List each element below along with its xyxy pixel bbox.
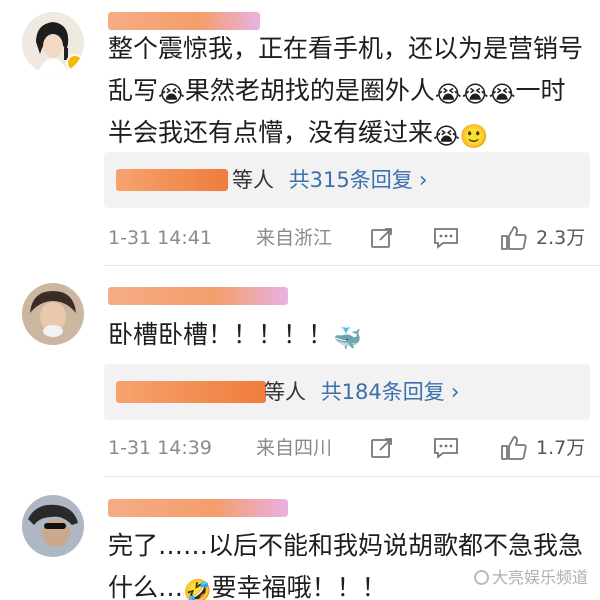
comment-text: 完了……以后不能和我妈说胡歌都不急我急什么…🤣要幸福哦！！！	[108, 525, 588, 600]
comment-icon[interactable]	[433, 436, 459, 469]
comment-text: 整个震惊我，正在看手机，还以为是营销号乱写😭果然老胡找的是圈外人😭😭😭一时半会我…	[108, 34, 584, 150]
avatar-image-icon	[22, 495, 84, 557]
share-icon[interactable]	[370, 436, 394, 469]
timestamp: 1-31 14:41	[108, 227, 212, 249]
divider	[104, 476, 600, 477]
comment-icon[interactable]	[433, 226, 459, 259]
like-count: 2.3万	[536, 227, 586, 249]
reply-names-redacted	[116, 169, 228, 191]
reply-summary[interactable]: 等人 共315条回复 ›	[104, 152, 590, 208]
comment-meta: 1-31 14:41 来自浙江 2.3万	[108, 223, 588, 253]
avatar[interactable]	[22, 495, 84, 557]
share-icon[interactable]	[370, 226, 394, 259]
reply-suffix: 等人	[232, 168, 274, 192]
verified-badge-icon	[66, 54, 84, 72]
avatar[interactable]	[22, 12, 84, 74]
like-icon[interactable]	[500, 435, 528, 470]
username-redacted[interactable]	[108, 499, 288, 517]
reply-summary[interactable]: 等人 共184条回复 ›	[104, 364, 590, 420]
crying-emoji-icon: 😭😭😭	[434, 82, 516, 108]
whale-emoji-icon: 🐳	[333, 326, 362, 352]
watermark-logo-icon	[473, 570, 489, 585]
watermark: 大亮娱乐频道	[473, 564, 588, 588]
comment-text: 卧槽卧槽！！！！！🐳	[108, 320, 362, 352]
avatar[interactable]	[22, 283, 84, 345]
location: 来自四川	[256, 437, 333, 459]
chevron-right-icon: ›	[418, 168, 428, 193]
emoji-icon: 😭🙂	[433, 124, 489, 150]
location: 来自浙江	[256, 227, 333, 249]
avatar-image-icon	[22, 283, 84, 345]
reply-count-link[interactable]: 共184条回复	[321, 380, 445, 404]
reply-suffix: 等人	[264, 380, 306, 404]
comment-meta: 1-31 14:39 来自四川 1.7万	[108, 433, 588, 463]
timestamp: 1-31 14:39	[108, 437, 212, 459]
reply-count-link[interactable]: 共315条回复	[289, 168, 413, 192]
divider	[104, 265, 600, 266]
username-redacted[interactable]	[108, 287, 288, 305]
like-count: 1.7万	[536, 437, 586, 459]
crying-emoji-icon: 😭	[158, 82, 185, 108]
laughing-emoji-icon: 🤣	[183, 579, 212, 600]
like-icon[interactable]	[500, 225, 528, 260]
reply-names-redacted	[116, 381, 266, 403]
chevron-right-icon: ›	[450, 380, 460, 405]
